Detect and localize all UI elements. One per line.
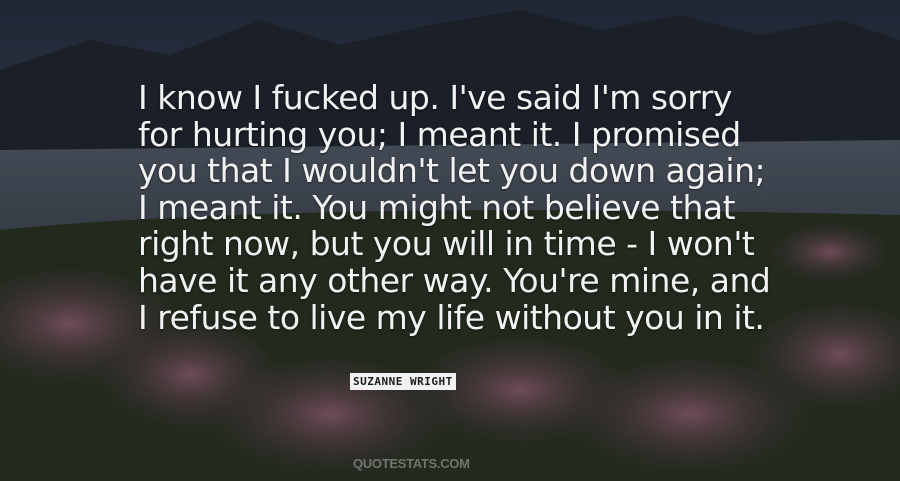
quote-card: I know I fucked up. I've said I'm sorry … <box>0 0 900 481</box>
site-watermark: QUOTESTATS.COM <box>353 456 470 471</box>
quote-text: I know I fucked up. I've said I'm sorry … <box>138 78 771 337</box>
author-label: SUZANNE WRIGHT <box>350 373 456 390</box>
